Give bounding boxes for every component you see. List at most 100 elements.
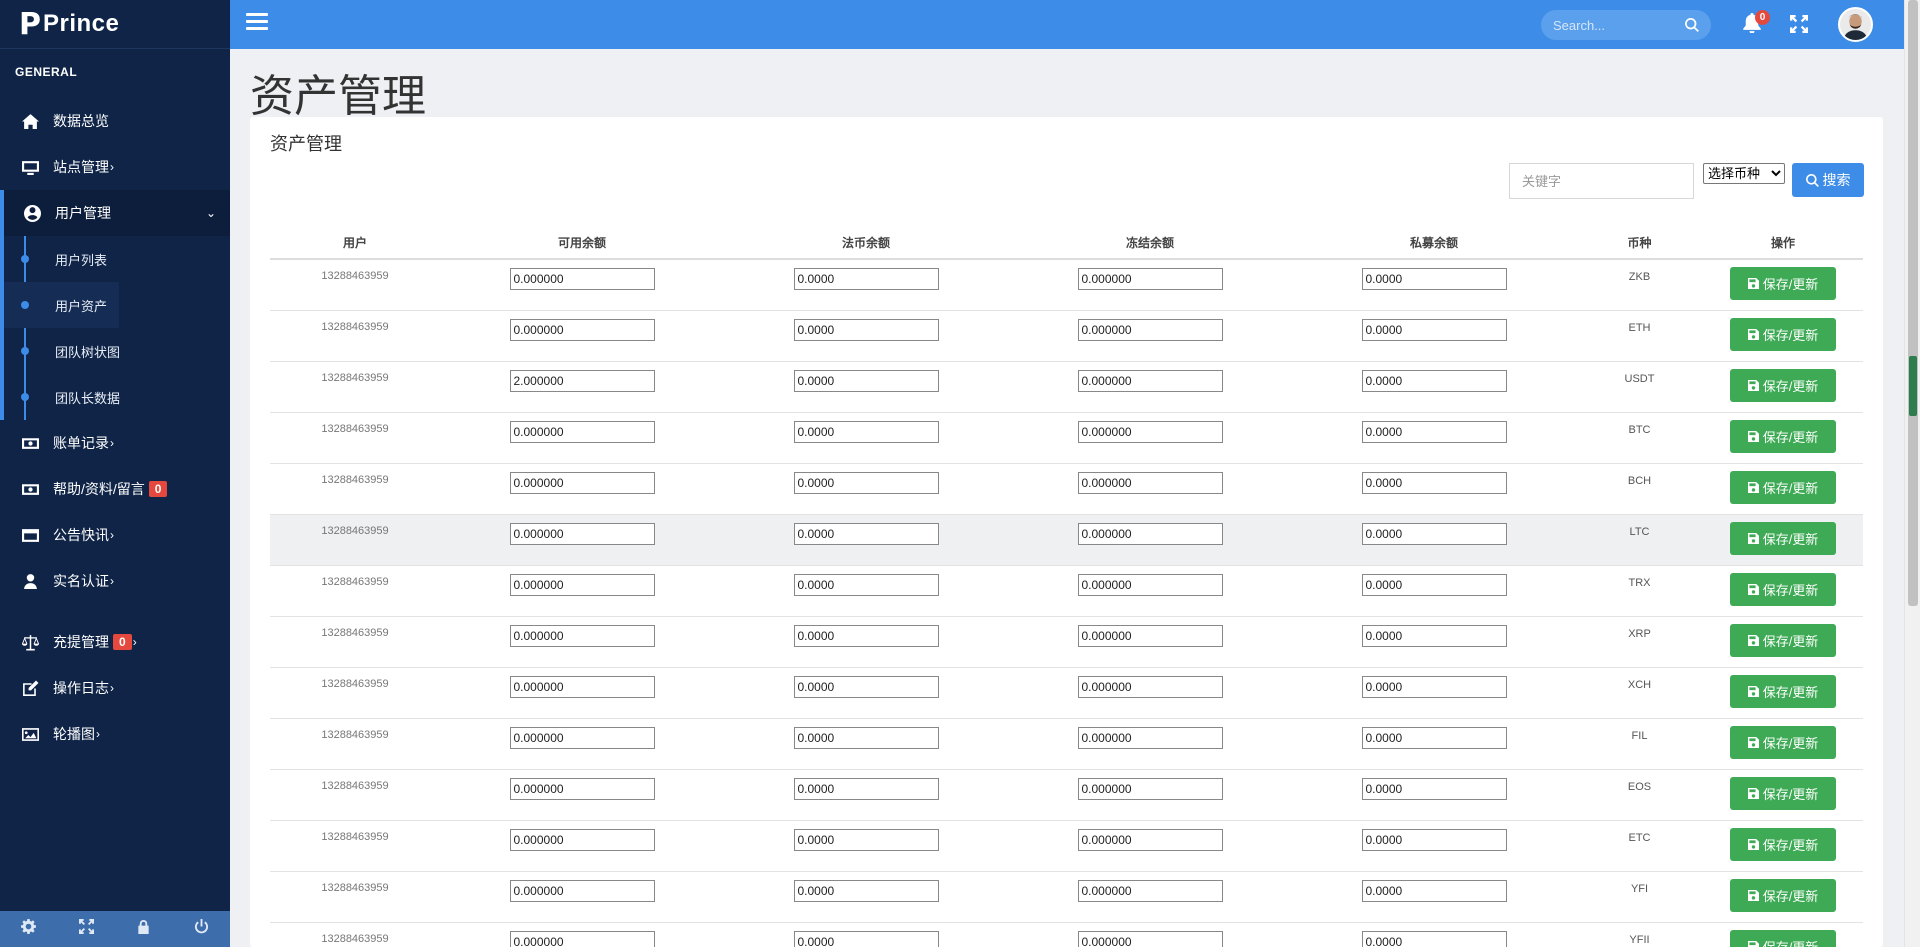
sidebar-subitem-team-tree[interactable]: 团队树状图 xyxy=(4,328,230,374)
available-balance-input[interactable] xyxy=(509,726,655,749)
available-balance-input[interactable] xyxy=(509,471,655,494)
frozen-balance-input[interactable] xyxy=(1077,318,1223,341)
frozen-balance-input[interactable] xyxy=(1077,675,1223,698)
save-update-button[interactable]: 保存/更新 xyxy=(1730,725,1836,759)
sidebar-item-kyc[interactable]: 实名认证 › xyxy=(0,558,230,604)
frozen-balance-input[interactable] xyxy=(1077,930,1223,947)
save-update-button[interactable]: 保存/更新 xyxy=(1730,776,1836,810)
private-balance-input[interactable] xyxy=(1361,268,1507,290)
private-balance-input[interactable] xyxy=(1361,471,1507,494)
sidebar-item-users[interactable]: 用户管理 ⌄ xyxy=(0,190,230,236)
private-balance-input[interactable] xyxy=(1361,828,1507,851)
search-button[interactable]: 搜索 xyxy=(1792,163,1864,197)
available-balance-input[interactable] xyxy=(509,268,655,290)
sidebar-item-logs[interactable]: 操作日志 › xyxy=(0,665,230,711)
save-update-button[interactable]: 保存/更新 xyxy=(1730,623,1836,657)
page-scrollbar[interactable] xyxy=(1904,0,1920,947)
frozen-balance-input[interactable] xyxy=(1077,471,1223,494)
fullscreen-toggle[interactable] xyxy=(1790,15,1808,38)
available-balance-input[interactable] xyxy=(509,675,655,698)
keyword-input[interactable] xyxy=(1509,163,1694,199)
save-update-button[interactable]: 保存/更新 xyxy=(1730,521,1836,555)
fiat-balance-input[interactable] xyxy=(793,471,939,494)
lock-button[interactable] xyxy=(115,911,173,947)
save-update-button[interactable]: 保存/更新 xyxy=(1730,572,1836,606)
fiat-balance-input[interactable] xyxy=(793,522,939,545)
fullscreen-button[interactable] xyxy=(58,911,116,947)
save-update-button[interactable]: 保存/更新 xyxy=(1730,827,1836,861)
fiat-balance-input[interactable] xyxy=(793,879,939,902)
avatar[interactable] xyxy=(1838,7,1873,42)
scrollbar-thumb[interactable] xyxy=(1908,0,1918,606)
save-update-button[interactable]: 保存/更新 xyxy=(1730,929,1836,947)
frozen-balance-input[interactable] xyxy=(1077,777,1223,800)
fiat-balance-input[interactable] xyxy=(793,930,939,947)
private-balance-input[interactable] xyxy=(1361,930,1507,947)
save-update-button[interactable]: 保存/更新 xyxy=(1730,317,1836,351)
sidebar-item-carousel[interactable]: 轮播图 › xyxy=(0,711,230,757)
fiat-balance-input[interactable] xyxy=(793,675,939,698)
frozen-balance-input[interactable] xyxy=(1077,420,1223,443)
fiat-balance-input[interactable] xyxy=(793,420,939,443)
frozen-balance-input[interactable] xyxy=(1077,624,1223,647)
private-balance-input[interactable] xyxy=(1361,879,1507,902)
frozen-balance-input[interactable] xyxy=(1077,522,1223,545)
private-balance-input[interactable] xyxy=(1361,318,1507,341)
available-balance-input[interactable] xyxy=(509,573,655,596)
private-balance-input[interactable] xyxy=(1361,369,1507,392)
available-balance-input[interactable] xyxy=(509,777,655,800)
available-balance-input[interactable] xyxy=(509,879,655,902)
private-balance-input[interactable] xyxy=(1361,777,1507,800)
sidebar-subitem-user-assets[interactable]: 用户资产 xyxy=(4,282,119,328)
frozen-balance-input[interactable] xyxy=(1077,268,1223,290)
save-update-button[interactable]: 保存/更新 xyxy=(1730,470,1836,504)
fiat-balance-input[interactable] xyxy=(793,318,939,341)
frozen-balance-input[interactable] xyxy=(1077,726,1223,749)
coin-select[interactable]: 选择币种 xyxy=(1703,163,1785,184)
frozen-balance-input[interactable] xyxy=(1077,828,1223,851)
private-balance-input[interactable] xyxy=(1361,726,1507,749)
available-balance-input[interactable] xyxy=(509,624,655,647)
save-update-button[interactable]: 保存/更新 xyxy=(1730,878,1836,912)
sidebar-item-dashboard[interactable]: 数据总览 xyxy=(0,98,230,144)
fiat-balance-input[interactable] xyxy=(793,726,939,749)
available-balance-input[interactable] xyxy=(509,828,655,851)
save-update-button[interactable]: 保存/更新 xyxy=(1730,419,1836,453)
available-balance-input[interactable] xyxy=(509,318,655,341)
sidebar-item-help[interactable]: 帮助/资料/留言 0 xyxy=(0,466,230,512)
search-icon[interactable] xyxy=(1685,18,1699,32)
sidebar-item-deposit-withdraw[interactable]: 充提管理 0 › xyxy=(0,619,230,665)
available-balance-input[interactable] xyxy=(509,522,655,545)
fiat-balance-input[interactable] xyxy=(793,624,939,647)
save-update-button[interactable]: 保存/更新 xyxy=(1730,267,1836,300)
private-balance-input[interactable] xyxy=(1361,573,1507,596)
frozen-balance-input[interactable] xyxy=(1077,879,1223,902)
available-balance-input[interactable] xyxy=(509,369,655,392)
save-update-button[interactable]: 保存/更新 xyxy=(1730,368,1836,402)
top-search-input[interactable] xyxy=(1553,17,1673,33)
logout-button[interactable] xyxy=(173,911,231,947)
private-balance-input[interactable] xyxy=(1361,522,1507,545)
frozen-balance-input[interactable] xyxy=(1077,573,1223,596)
fiat-balance-input[interactable] xyxy=(793,828,939,851)
fiat-balance-input[interactable] xyxy=(793,777,939,800)
notifications-button[interactable]: 0 xyxy=(1742,10,1770,35)
menu-toggle-icon[interactable] xyxy=(246,13,268,33)
fiat-balance-input[interactable] xyxy=(793,268,939,290)
settings-button[interactable] xyxy=(0,911,58,947)
private-balance-input[interactable] xyxy=(1361,675,1507,698)
available-balance-input[interactable] xyxy=(509,930,655,947)
private-balance-input[interactable] xyxy=(1361,624,1507,647)
brand[interactable]: P Prince xyxy=(0,0,230,49)
sidebar-item-announcements[interactable]: 公告快讯 › xyxy=(0,512,230,558)
fiat-balance-input[interactable] xyxy=(793,369,939,392)
fiat-balance-input[interactable] xyxy=(793,573,939,596)
sidebar-item-bills[interactable]: 账单记录 › xyxy=(0,420,230,466)
available-balance-input[interactable] xyxy=(509,420,655,443)
sidebar-item-sites[interactable]: 站点管理 › xyxy=(0,144,230,190)
sidebar-subitem-user-list[interactable]: 用户列表 xyxy=(4,236,230,282)
sidebar-subitem-team-leader[interactable]: 团队长数据 xyxy=(4,374,230,420)
frozen-balance-input[interactable] xyxy=(1077,369,1223,392)
save-update-button[interactable]: 保存/更新 xyxy=(1730,674,1836,708)
private-balance-input[interactable] xyxy=(1361,420,1507,443)
